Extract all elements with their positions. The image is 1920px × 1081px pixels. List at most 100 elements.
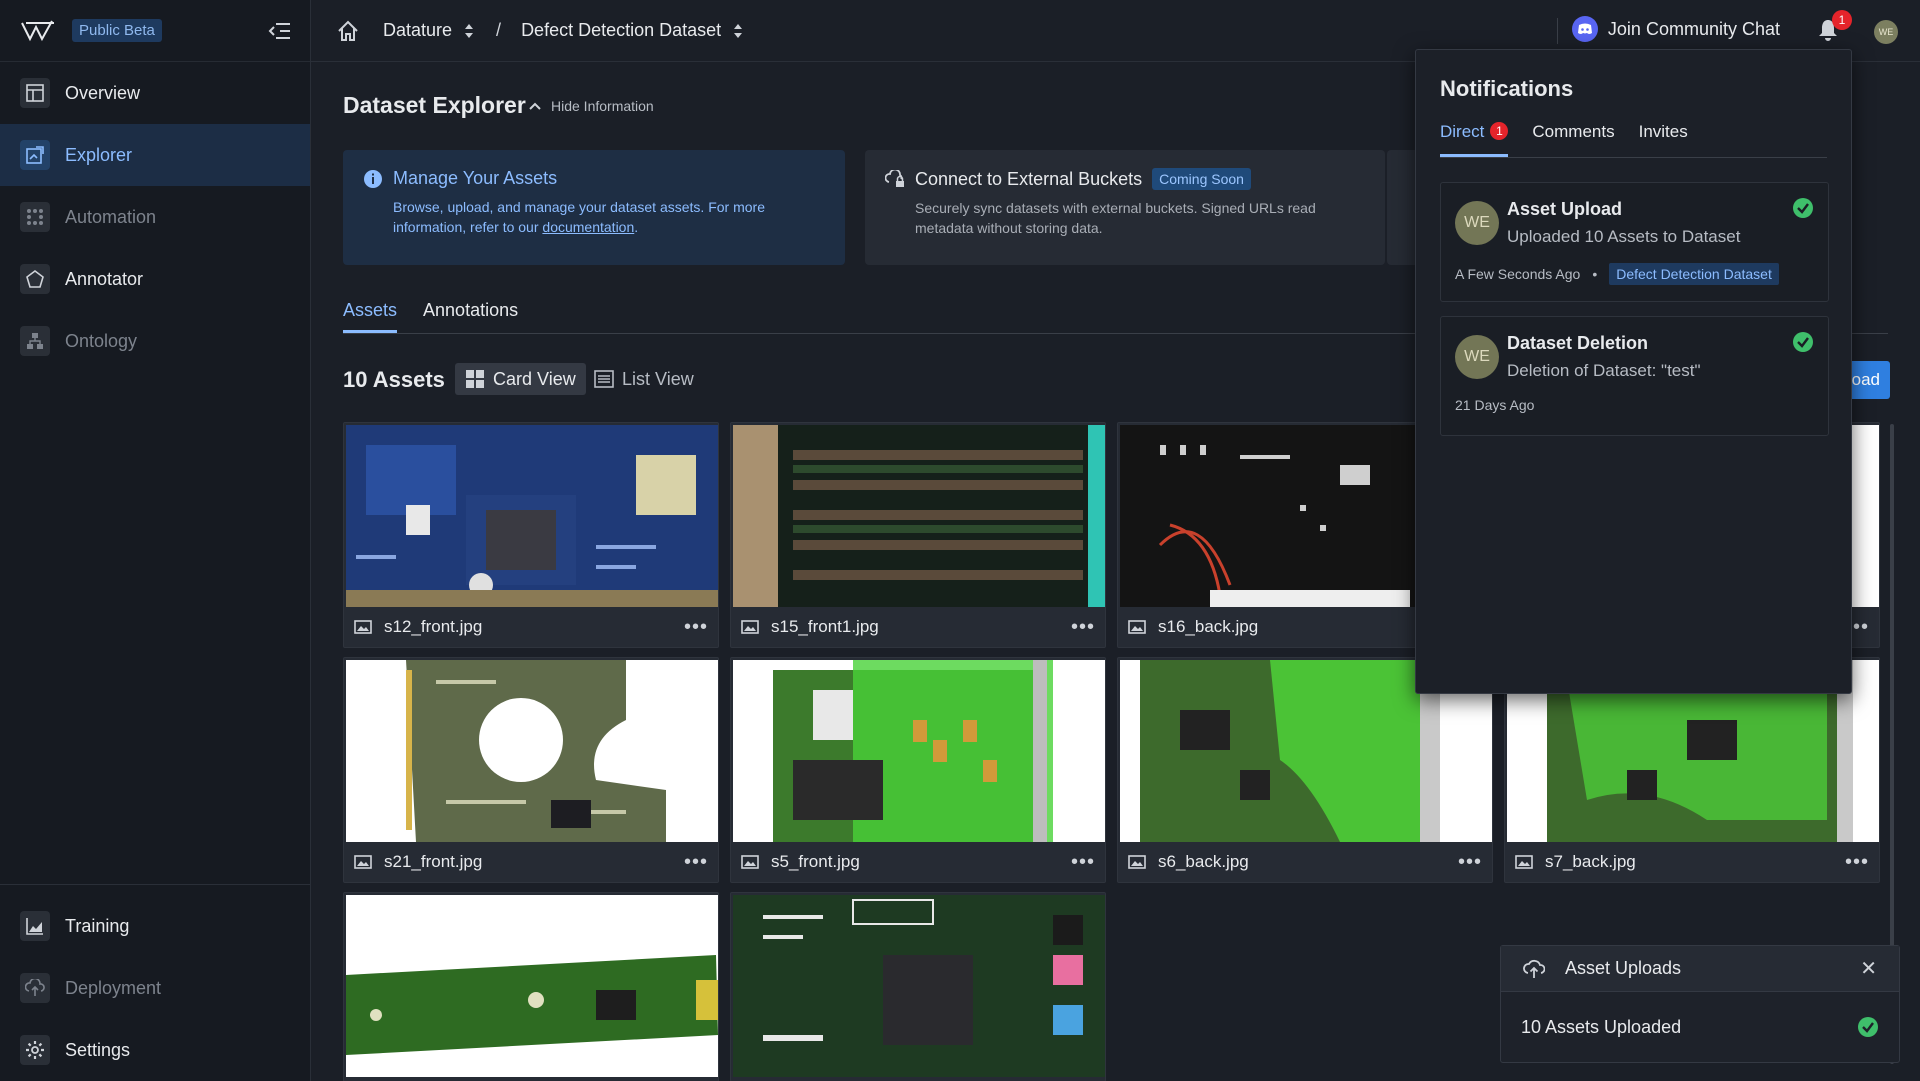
sidebar-item-automation[interactable]: Automation: [0, 186, 310, 248]
external-buckets-body: Securely sync datasets with external buc…: [915, 200, 1316, 236]
breadcrumb-project[interactable]: Datature: [383, 20, 474, 41]
asset-card[interactable]: [343, 892, 719, 1081]
card-view-button[interactable]: Card View: [455, 363, 586, 395]
asset-card[interactable]: s12_front.jpg •••: [343, 422, 719, 648]
info-icon: [364, 169, 382, 188]
check-circle-icon: [1793, 198, 1813, 218]
breadcrumb-separator: /: [496, 20, 502, 40]
more-options-icon[interactable]: •••: [684, 616, 708, 639]
breadcrumb-dataset[interactable]: Defect Detection Dataset: [521, 20, 743, 41]
asset-card-footer: s12_front.jpg •••: [344, 607, 718, 647]
asset-card[interactable]: s15_front1.jpg •••: [730, 422, 1106, 648]
hide-information-toggle[interactable]: Hide Information: [529, 98, 654, 114]
user-avatar[interactable]: WE: [1874, 20, 1898, 44]
asset-thumbnail[interactable]: [346, 425, 718, 607]
sidebar-item-training[interactable]: Training: [0, 895, 310, 957]
dataset-tag[interactable]: Defect Detection Dataset: [1609, 263, 1779, 285]
tab-annotations[interactable]: Annotations: [423, 300, 518, 333]
notification-item[interactable]: WE Dataset Deletion Deletion of Dataset:…: [1440, 316, 1829, 436]
asset-filename: s15_front1.jpg: [771, 617, 879, 636]
list-view-button[interactable]: List View: [584, 363, 704, 395]
datature-logo-icon[interactable]: [20, 19, 56, 43]
notification-tabs: Direct 1 Comments Invites: [1440, 122, 1827, 158]
asset-card[interactable]: s5_front.jpg •••: [730, 657, 1106, 883]
sidebar-bottom: Training Deployment Settings: [0, 884, 310, 1081]
image-icon: [1128, 620, 1146, 634]
asset-thumbnail[interactable]: [346, 895, 718, 1077]
grid-icon: [466, 370, 484, 388]
notifications-title: Notifications: [1440, 76, 1574, 101]
cloud-lock-icon: [885, 170, 904, 187]
card-view-label: Card View: [493, 368, 576, 389]
asset-thumbnail[interactable]: [733, 425, 1105, 607]
check-circle-icon: [1793, 332, 1813, 352]
sidebar-header: Public Beta: [0, 0, 310, 62]
asset-filename: s5_front.jpg: [771, 852, 860, 871]
check-circle-icon: [1858, 1017, 1878, 1037]
sidebar-item-explorer[interactable]: Explorer: [0, 124, 310, 186]
manage-assets-card: Manage Your Assets Browse, upload, and m…: [343, 150, 845, 265]
sidebar-item-label: Settings: [65, 1039, 131, 1060]
sidebar-item-annotator[interactable]: Annotator: [0, 248, 310, 310]
image-icon: [1128, 855, 1146, 869]
upload-button-label: oad: [1851, 370, 1880, 389]
image-icon: [741, 620, 759, 634]
sidebar-item-label: Overview: [65, 82, 141, 103]
discord-icon: [1571, 16, 1598, 42]
tab-invites[interactable]: Invites: [1639, 122, 1688, 157]
asset-thumbnail[interactable]: [733, 660, 1105, 842]
tab-assets[interactable]: Assets: [343, 300, 398, 333]
list-icon: [594, 370, 614, 388]
asset-card-footer: s5_front.jpg •••: [731, 842, 1105, 882]
tab-comments[interactable]: Comments: [1532, 122, 1614, 157]
hide-information-label: Hide Information: [551, 98, 654, 114]
asset-filename: s21_front.jpg: [384, 852, 483, 871]
cloud-upload-icon: [20, 973, 50, 1003]
asset-card[interactable]: s21_front.jpg •••: [343, 657, 719, 883]
notification-title: Asset Upload: [1507, 199, 1623, 219]
beta-badge: Public Beta: [72, 19, 162, 42]
asset-filename: s7_back.jpg: [1545, 852, 1636, 871]
sidebar-item-settings[interactable]: Settings: [0, 1019, 310, 1081]
external-buckets-card: Connect to External Buckets Coming Soon …: [865, 150, 1385, 265]
sidebar-item-label: Training: [65, 915, 130, 936]
toast-title: Asset Uploads: [1565, 958, 1682, 978]
more-options-icon[interactable]: •••: [1071, 851, 1095, 874]
sidebar-item-label: Ontology: [65, 330, 138, 351]
sidebar-item-ontology[interactable]: Ontology: [0, 310, 310, 372]
asset-filename: s6_back.jpg: [1158, 852, 1249, 871]
notification-title: Dataset Deletion: [1507, 333, 1649, 353]
asset-card-footer: s6_back.jpg •••: [1118, 842, 1492, 882]
chevron-up-icon: [529, 102, 541, 110]
more-options-icon[interactable]: •••: [1458, 851, 1482, 874]
close-icon[interactable]: ✕: [1860, 956, 1877, 981]
asset-thumbnail[interactable]: [346, 660, 718, 842]
home-icon[interactable]: [337, 20, 359, 42]
direct-count-badge: 1: [1490, 122, 1509, 140]
sidebar-item-overview[interactable]: Overview: [0, 62, 310, 124]
annotator-icon: [20, 264, 50, 294]
notification-time: 21 Days Ago: [1455, 397, 1535, 413]
notification-item[interactable]: WE Asset Upload Uploaded 10 Assets to Da…: [1440, 182, 1829, 302]
toast-body: 10 Assets Uploaded: [1501, 992, 1899, 1062]
more-options-icon[interactable]: •••: [684, 851, 708, 874]
asset-card[interactable]: [730, 892, 1106, 1081]
sort-toggle-icon: [465, 23, 474, 38]
divider: [1557, 18, 1558, 44]
manage-assets-body: Browse, upload, and manage your dataset …: [393, 197, 825, 237]
toast-message: 10 Assets Uploaded: [1521, 1016, 1682, 1037]
breadcrumb-dataset-label: Defect Detection Dataset: [521, 20, 722, 40]
sidebar-item-deployment[interactable]: Deployment: [0, 957, 310, 1019]
documentation-link[interactable]: documentation: [542, 219, 634, 235]
tab-direct[interactable]: Direct 1: [1440, 122, 1509, 157]
more-options-icon[interactable]: •••: [1071, 616, 1095, 639]
asset-card-footer: s21_front.jpg •••: [344, 842, 718, 882]
more-options-icon[interactable]: •••: [1845, 851, 1869, 874]
notifications-panel: Notifications Direct 1 Comments Invites …: [1415, 49, 1852, 694]
join-community-chat-button[interactable]: Join Community Chat: [1571, 16, 1780, 42]
collapse-sidebar-icon[interactable]: [268, 20, 292, 42]
gear-icon: [20, 1035, 50, 1065]
image-icon: [354, 620, 372, 634]
asset-thumbnail[interactable]: [733, 895, 1105, 1077]
image-icon: [1515, 855, 1533, 869]
